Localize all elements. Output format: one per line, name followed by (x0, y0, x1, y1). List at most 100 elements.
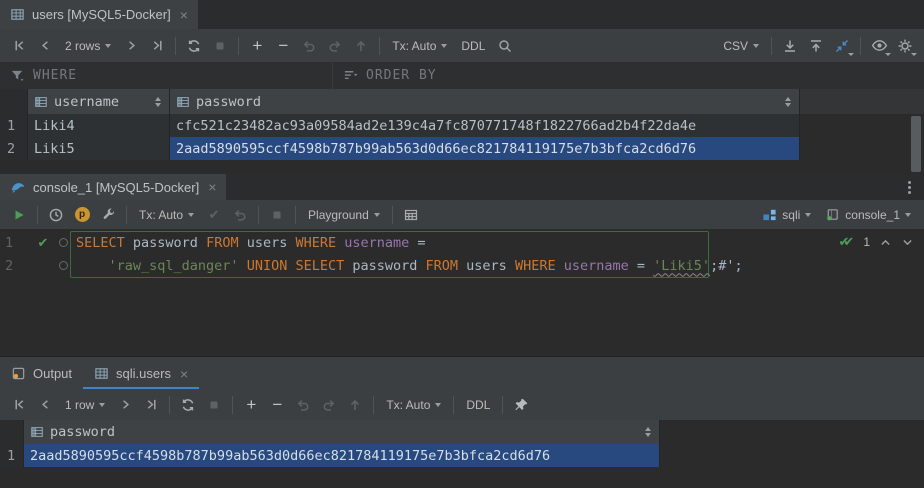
undo-icon[interactable] (290, 394, 316, 416)
export-format-dropdown[interactable]: CSV (716, 39, 766, 53)
tab-users-table[interactable]: users [MySQL5-Docker] × (0, 0, 198, 29)
cell-username[interactable]: Liki5 (28, 137, 170, 160)
page-size-dropdown[interactable]: 1 row (58, 398, 112, 412)
history-clock-icon[interactable] (43, 204, 69, 226)
delete-row-button[interactable]: − (270, 35, 296, 57)
schema-value: sqli (782, 208, 800, 222)
stop-icon[interactable] (264, 204, 290, 226)
add-row-button[interactable]: + (244, 35, 270, 57)
reload-icon[interactable] (175, 394, 201, 416)
separator (771, 37, 772, 55)
undo-icon[interactable] (296, 35, 322, 57)
column-header-username[interactable]: username (28, 89, 170, 114)
last-page-button[interactable] (138, 394, 164, 416)
sql-editor[interactable]: 1✔SELECT password FROM users WHERE usern… (0, 229, 924, 356)
previous-page-button[interactable] (32, 35, 58, 57)
tab-output[interactable]: Output (0, 357, 83, 390)
commit-check-icon[interactable]: ✔ (201, 204, 227, 226)
session-switcher[interactable]: console_1 (818, 207, 918, 222)
stop-icon[interactable] (207, 35, 233, 57)
sort-toggle-icon[interactable] (155, 97, 163, 107)
close-icon[interactable]: × (208, 180, 216, 194)
last-page-button[interactable] (144, 35, 170, 57)
close-icon[interactable]: × (180, 367, 188, 381)
result-tabbar: Output sqli.users × (0, 356, 924, 391)
token: FROM (426, 258, 459, 274)
column-name: password (196, 94, 261, 110)
close-icon[interactable]: × (180, 8, 188, 22)
cell-username[interactable]: Liki4 (28, 114, 170, 137)
token: username (344, 235, 409, 251)
revert-icon[interactable] (322, 35, 348, 57)
page-size-dropdown[interactable]: 2 rows (58, 39, 118, 53)
next-result-icon[interactable] (901, 236, 914, 249)
add-row-button[interactable]: + (238, 394, 264, 416)
row-number[interactable]: 1 (0, 114, 28, 137)
tx-mode-dropdown[interactable]: Tx: Auto (132, 208, 201, 222)
settings-gear-icon[interactable] (892, 35, 918, 57)
column-header-password[interactable]: password (24, 420, 660, 444)
ddl-button[interactable]: DDL (454, 39, 492, 53)
tx-mode-dropdown[interactable]: Tx: Auto (379, 398, 448, 412)
cell-password[interactable]: 2aad5890595ccf4598b787b99ab563d0d66ec821… (170, 137, 800, 160)
code-text[interactable]: SELECT password FROM users WHERE usernam… (72, 235, 426, 251)
playground-dropdown[interactable]: Playground (301, 208, 387, 222)
import-data-icon[interactable] (803, 35, 829, 57)
where-filter-field[interactable]: WHERE (0, 62, 333, 89)
previous-result-icon[interactable] (879, 236, 892, 249)
ddl-button[interactable]: DDL (459, 398, 497, 412)
fold-marker[interactable] (55, 238, 72, 247)
editor-line[interactable]: 2 'raw_sql_danger' UNION SELECT password… (0, 254, 924, 277)
fold-marker[interactable] (55, 261, 72, 270)
tx-mode-value: Tx: Auto (392, 39, 436, 53)
wrench-icon[interactable] (95, 204, 121, 226)
delete-row-button[interactable]: − (264, 394, 290, 416)
search-icon[interactable] (492, 35, 518, 57)
data-grid-panel: username password 1Liki4cfc521c23482ac93… (0, 89, 924, 174)
cell-password[interactable]: 2aad5890595ccf4598b787b99ab563d0d66ec821… (24, 444, 660, 467)
chevron-down-icon (753, 44, 759, 48)
reload-icon[interactable] (181, 35, 207, 57)
code-text[interactable]: 'raw_sql_danger' UNION SELECT password F… (72, 258, 743, 274)
compare-data-icon[interactable] (829, 35, 855, 57)
column-header-password[interactable]: password (170, 89, 800, 114)
first-page-button[interactable] (6, 394, 32, 416)
fold-circle-icon (59, 238, 68, 247)
vertical-scrollbar[interactable] (911, 116, 921, 172)
run-icon[interactable] (6, 204, 32, 226)
cell-password[interactable]: cfc521c23482ac93a09584ad2e139c4a7fc87077… (170, 114, 800, 137)
table-row: 12aad5890595ccf4598b787b99ab563d0d66ec82… (0, 444, 924, 467)
revert-icon[interactable] (316, 394, 342, 416)
token: password (125, 235, 206, 251)
schema-switcher[interactable]: sqli (755, 207, 818, 222)
submit-icon[interactable] (348, 35, 374, 57)
export-data-icon[interactable] (777, 35, 803, 57)
first-page-button[interactable] (6, 35, 32, 57)
row-number[interactable]: 2 (0, 137, 28, 160)
column-name: username (54, 94, 119, 110)
row-number[interactable]: 1 (0, 444, 24, 467)
editor-line[interactable]: 1✔SELECT password FROM users WHERE usern… (0, 231, 924, 254)
sort-toggle-icon[interactable] (785, 97, 793, 107)
editor-lines: 1✔SELECT password FROM users WHERE usern… (0, 229, 924, 277)
tab-sqli-users[interactable]: sqli.users × (83, 357, 199, 390)
in-editor-results-icon[interactable] (398, 204, 424, 226)
parameters-icon[interactable]: p (69, 204, 95, 226)
tab-console-1[interactable]: console_1 [MySQL5-Docker] × (0, 174, 226, 200)
pin-icon[interactable] (508, 394, 534, 416)
stop-icon[interactable] (201, 394, 227, 416)
tx-mode-dropdown[interactable]: Tx: Auto (385, 39, 454, 53)
token (239, 258, 247, 274)
order-by-filter-field[interactable]: ORDER BY (333, 62, 437, 89)
next-page-button[interactable] (112, 394, 138, 416)
previous-page-button[interactable] (32, 394, 58, 416)
submit-icon[interactable] (342, 394, 368, 416)
order-by-placeholder: ORDER BY (366, 68, 437, 83)
sort-toggle-icon[interactable] (645, 427, 653, 437)
more-options-icon[interactable] (905, 178, 914, 197)
view-options-icon[interactable] (866, 35, 892, 57)
next-page-button[interactable] (118, 35, 144, 57)
session-value: console_1 (845, 208, 900, 222)
separator (295, 206, 296, 224)
rollback-icon[interactable] (227, 204, 253, 226)
